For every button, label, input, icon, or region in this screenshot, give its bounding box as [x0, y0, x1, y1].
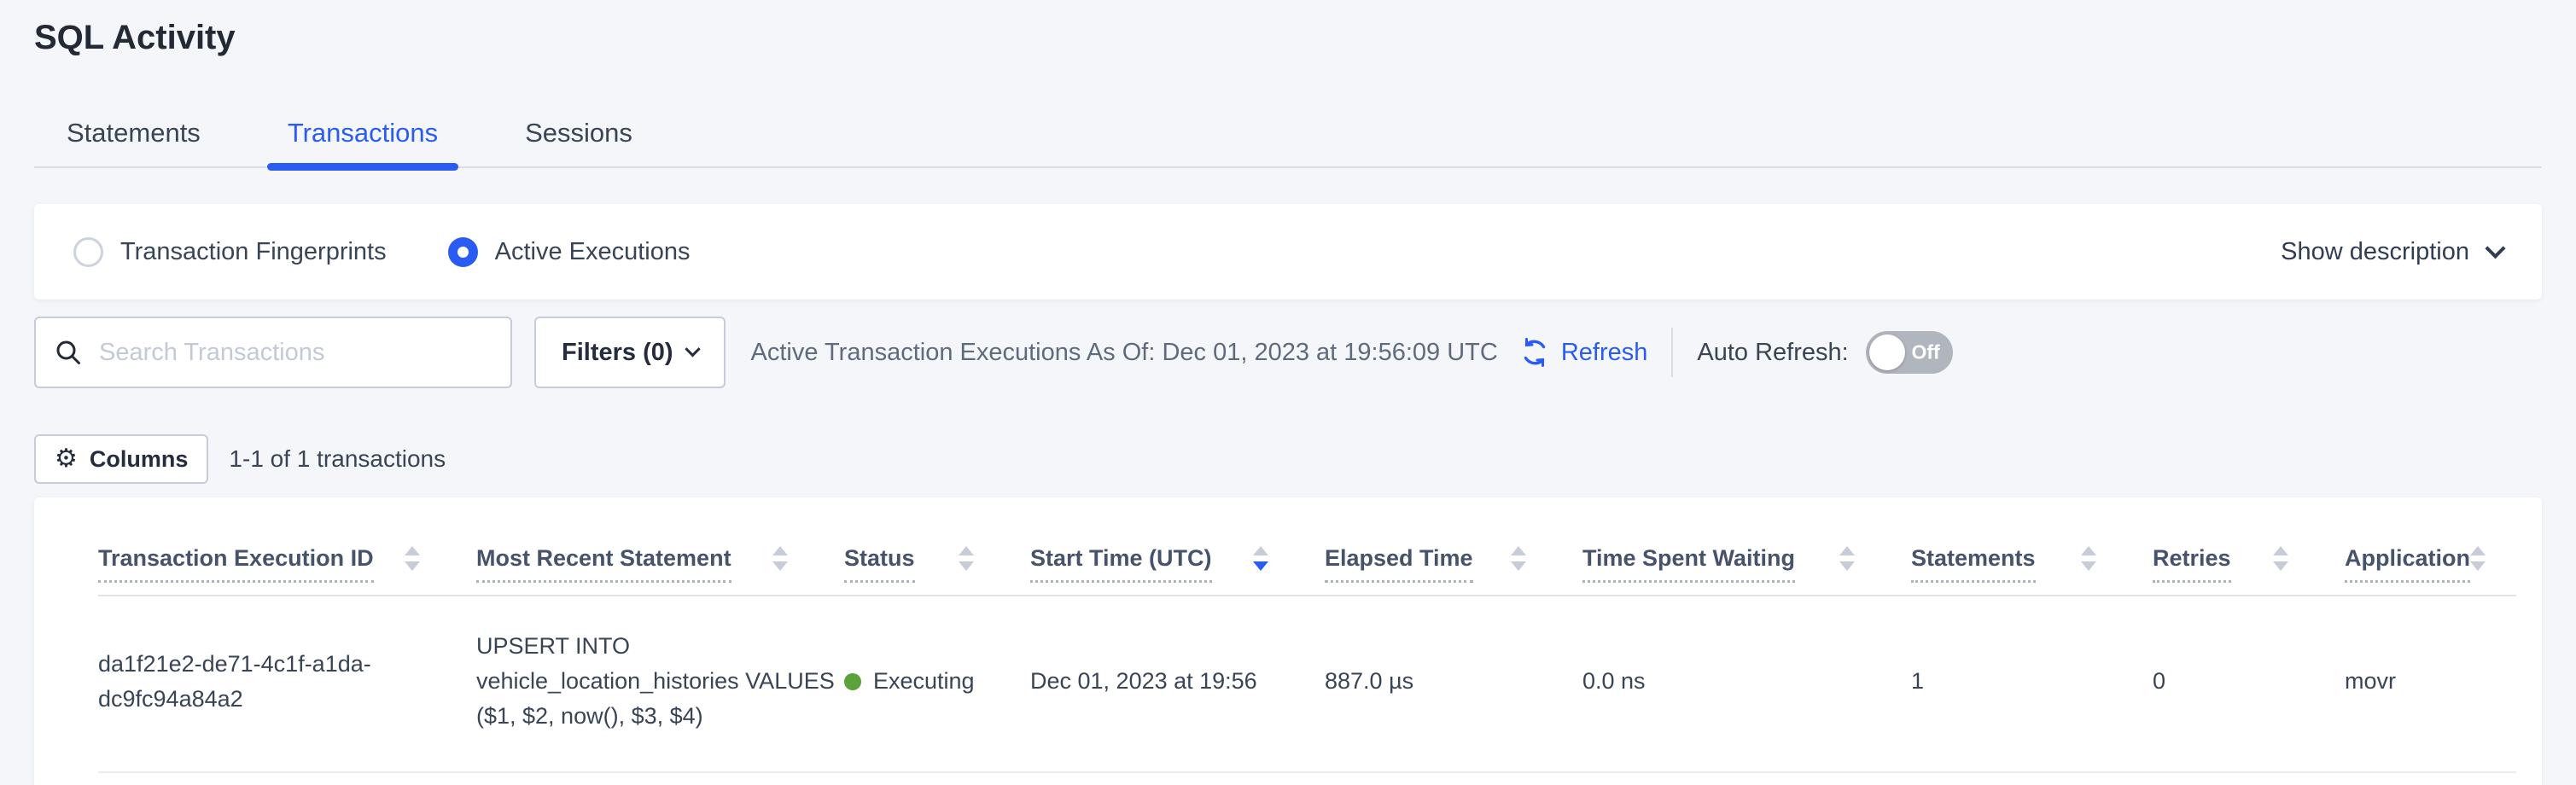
view-options-card: Transaction Fingerprints Active Executio…	[34, 204, 2542, 299]
cell-time-spent-waiting: 0.0 ns	[1582, 664, 1911, 699]
sql-activity-page: SQL Activity Statements Transactions Ses…	[0, 0, 2576, 785]
sort-icon[interactable]	[772, 546, 788, 583]
refresh-label: Refresh	[1561, 339, 1648, 367]
column-header-time-spent-waiting[interactable]: Time Spent Waiting	[1582, 545, 1911, 583]
cell-retries: 0	[2153, 664, 2345, 699]
sort-icon[interactable]	[2470, 546, 2486, 583]
column-header-elapsed-time[interactable]: Elapsed Time	[1325, 545, 1582, 583]
table-toolbar: ⚙ Columns 1-1 of 1 transactions	[34, 434, 2542, 484]
result-count: 1-1 of 1 transactions	[229, 445, 446, 473]
auto-refresh-toggle[interactable]: Off	[1866, 331, 1953, 374]
cell-transaction-execution-id: da1f21e2-de71-4c1f-a1da-dc9fc94a84a2	[98, 647, 476, 717]
show-description-label: Show description	[2281, 238, 2469, 266]
sort-icon[interactable]	[405, 546, 420, 583]
sort-icon[interactable]	[1511, 546, 1526, 583]
column-header-start-time[interactable]: Start Time (UTC)	[1030, 545, 1325, 583]
show-description-button[interactable]: Show description	[2281, 238, 2503, 266]
auto-refresh-label: Auto Refresh:	[1697, 339, 1848, 367]
tab-transactions[interactable]: Transactions	[284, 119, 441, 166]
tab-statements[interactable]: Statements	[63, 119, 204, 166]
column-header-most-recent-statement[interactable]: Most Recent Statement	[476, 545, 844, 583]
column-header-status[interactable]: Status	[844, 545, 1030, 583]
status-label: Executing	[873, 664, 975, 699]
column-header-statements[interactable]: Statements	[1911, 545, 2153, 583]
sort-icon[interactable]	[2273, 546, 2288, 583]
toggle-state-label: Off	[1911, 341, 1939, 364]
controls-row: Filters (0) Active Transaction Execution…	[34, 317, 2542, 388]
filters-button[interactable]: Filters (0)	[534, 317, 726, 388]
page-title: SQL Activity	[34, 19, 2542, 57]
columns-label: Columns	[90, 446, 189, 473]
search-icon	[55, 339, 82, 366]
radio-label: Active Executions	[495, 238, 691, 266]
cell-application: movr	[2345, 664, 2516, 699]
chevron-down-icon	[2485, 238, 2505, 259]
sort-icon-active-desc[interactable]	[1253, 546, 1268, 583]
refresh-icon	[1518, 336, 1551, 369]
table-row: da1f21e2-de71-4c1f-a1da-dc9fc94a84a2 UPS…	[98, 596, 2516, 773]
toggle-knob	[1869, 334, 1905, 370]
sort-icon[interactable]	[959, 546, 974, 583]
radio-selected-icon	[448, 237, 478, 267]
cell-start-time: Dec 01, 2023 at 19:56	[1030, 664, 1325, 699]
search-input[interactable]	[97, 338, 492, 368]
tab-sessions[interactable]: Sessions	[522, 119, 636, 166]
cell-status: Executing	[844, 664, 1030, 699]
as-of-text: Active Transaction Executions As Of: Dec…	[751, 339, 1498, 367]
gear-icon: ⚙	[55, 446, 78, 472]
search-box[interactable]	[34, 317, 512, 388]
column-header-retries[interactable]: Retries	[2153, 545, 2345, 583]
vertical-divider	[1671, 328, 1673, 377]
sort-icon[interactable]	[2081, 546, 2096, 583]
cell-statements: 1	[1911, 664, 2153, 699]
sort-icon[interactable]	[1839, 546, 1855, 583]
transactions-table: Transaction Execution ID Most Recent Sta…	[34, 497, 2542, 785]
cell-elapsed-time: 887.0 µs	[1325, 664, 1582, 699]
refresh-button[interactable]: Refresh	[1518, 336, 1648, 369]
column-header-application[interactable]: Application	[2345, 545, 2542, 583]
radio-transaction-fingerprints[interactable]: Transaction Fingerprints	[73, 237, 387, 267]
tab-bar: Statements Transactions Sessions	[34, 119, 2542, 168]
radio-active-executions[interactable]: Active Executions	[448, 237, 691, 267]
column-header-transaction-execution-id[interactable]: Transaction Execution ID	[98, 545, 476, 583]
columns-button[interactable]: ⚙ Columns	[34, 434, 208, 484]
table-header-row: Transaction Execution ID Most Recent Sta…	[98, 497, 2516, 596]
radio-label: Transaction Fingerprints	[120, 238, 387, 266]
chevron-down-icon	[685, 341, 700, 357]
filters-label: Filters (0)	[562, 339, 673, 367]
status-executing-dot-icon	[844, 673, 861, 690]
cell-most-recent-statement: UPSERT INTO vehicle_location_histories V…	[476, 629, 844, 734]
radio-unselected-icon	[73, 237, 103, 267]
